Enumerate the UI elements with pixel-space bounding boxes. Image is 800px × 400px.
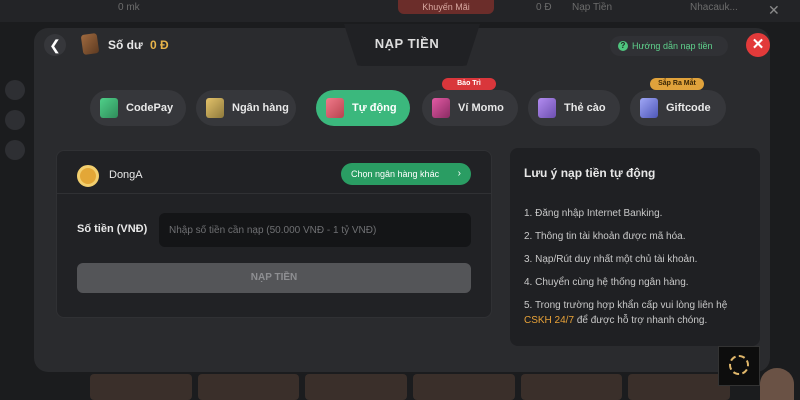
deposit-guide-button[interactable]: ? Hướng dẫn nạp tiền: [610, 36, 728, 56]
choose-other-bank-button[interactable]: Chọn ngân hàng khác ›: [341, 163, 471, 185]
notes-title: Lưu ý nạp tiền tự động: [524, 166, 656, 180]
amount-input[interactable]: [159, 213, 471, 247]
maintenance-badge: Bảo Trì: [442, 78, 496, 90]
list-item: 2. Thông tin tài khoản được mã hóa.: [524, 231, 686, 242]
deposit-submit-button[interactable]: NẠP TIỀN: [77, 263, 471, 293]
auto-deposit-icon: [326, 98, 344, 118]
list-item: 1. Đăng nhập Internet Banking.: [524, 208, 663, 219]
background-user: Nhacauk...: [690, 2, 738, 13]
background-sidebar: [0, 70, 30, 190]
note-text: 5. Trong trường hợp khẩn cấp vui lòng li…: [524, 300, 728, 311]
background-game-thumbnails: [90, 374, 731, 400]
background-balance: 0 Đ: [536, 2, 552, 13]
list-item: 4. Chuyển cùng hệ thống ngân hàng.: [524, 277, 689, 288]
support-link[interactable]: CSKH 24/7: [524, 315, 574, 326]
list-item: 5. Trong trường hợp khẩn cấp vui lòng li…: [524, 298, 756, 328]
background-deposit: Nạp Tiền: [572, 2, 613, 13]
tab-giftcode[interactable]: Sắp Ra Mắt Giftcode: [630, 78, 726, 126]
tab-label: Ví Momo: [458, 102, 504, 114]
chevron-right-icon: ›: [457, 168, 461, 179]
choose-other-bank-label: Chọn ngân hàng khác: [351, 169, 440, 179]
avatar: [760, 368, 794, 400]
payment-method-tabs: CodePay Ngân hàng Tự động Bảo Trì Ví Mom…: [90, 78, 730, 126]
tab-label: CodePay: [126, 102, 174, 114]
page-title: NẠP TIỀN: [374, 36, 440, 51]
close-icon: ✕: [751, 36, 765, 53]
amount-label: Số tiền (VNĐ): [77, 223, 148, 235]
close-button[interactable]: ✕: [746, 33, 770, 57]
tab-label: Ngân hàng: [232, 102, 289, 114]
balance-label: Số dư: [108, 38, 143, 52]
back-button[interactable]: ❮: [44, 34, 66, 56]
chevron-left-icon: ❮: [49, 37, 61, 53]
help-icon: ?: [618, 41, 628, 51]
bank-card-icon: [206, 98, 224, 118]
background-close-icon: ✕: [768, 2, 780, 18]
list-item: 3. Nạp/Rút duy nhất một chủ tài khoản.: [524, 254, 698, 265]
tab-bank[interactable]: Ngân hàng: [196, 90, 296, 126]
deposit-form-panel: DongA Chọn ngân hàng khác › Số tiền (VNĐ…: [56, 150, 492, 318]
codepay-icon: [100, 98, 118, 118]
gift-icon: [640, 98, 658, 118]
wallet-icon: [80, 32, 100, 56]
balance-value: 0 Đ: [150, 38, 169, 52]
tab-label: Giftcode: [666, 102, 711, 114]
note-text: để được hỗ trợ nhanh chóng.: [576, 315, 708, 326]
coming-soon-badge: Sắp Ra Mắt: [650, 78, 704, 90]
notes-panel: Lưu ý nạp tiền tự động 1. Đăng nhập Inte…: [510, 148, 760, 346]
background-text: 0 mk: [118, 2, 140, 13]
flower-logo-icon: [718, 346, 760, 386]
donga-bank-logo-icon: [77, 165, 99, 187]
deposit-guide-label: Hướng dẫn nạp tiền: [632, 41, 713, 51]
tab-label: Tự động: [352, 102, 397, 114]
tab-momo[interactable]: Bảo Trì Ví Momo: [422, 78, 518, 126]
bank-name: DongA: [109, 169, 143, 181]
divider: [57, 193, 491, 194]
scratch-card-icon: [538, 98, 556, 118]
background-promo: Khuyến Mãi: [398, 0, 494, 14]
tab-scratch-card[interactable]: Thẻ cào: [528, 90, 620, 126]
momo-wallet-icon: [432, 98, 450, 118]
notes-list: 1. Đăng nhập Internet Banking. 2. Thông …: [524, 206, 756, 336]
tab-label: Thẻ cào: [564, 102, 606, 114]
tab-auto[interactable]: Tự động: [316, 90, 410, 126]
tab-codepay[interactable]: CodePay: [90, 90, 186, 126]
